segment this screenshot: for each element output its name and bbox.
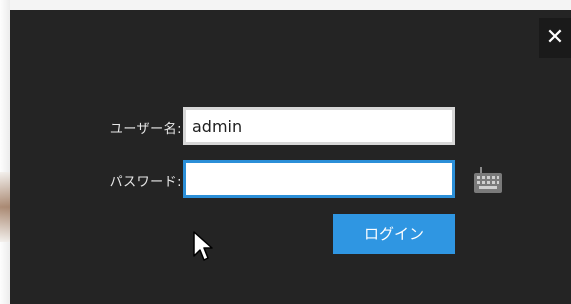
username-label: ユーザー名: xyxy=(109,122,182,137)
background-edge xyxy=(0,172,10,242)
password-label: パスワード: xyxy=(109,175,182,190)
close-icon[interactable]: ✕ xyxy=(546,25,564,50)
screen: ✕ ユーザー名: パスワード: xyxy=(0,0,571,304)
username-field[interactable] xyxy=(183,107,455,145)
close-button[interactable]: ✕ xyxy=(539,18,571,58)
mouse-pointer-icon xyxy=(193,231,213,261)
keyboard-icon[interactable] xyxy=(473,167,503,195)
password-field[interactable] xyxy=(183,160,455,198)
login-dialog: ✕ ユーザー名: パスワード: xyxy=(10,10,571,304)
background-strip xyxy=(0,0,10,304)
login-button[interactable]: ログイン xyxy=(333,214,455,254)
